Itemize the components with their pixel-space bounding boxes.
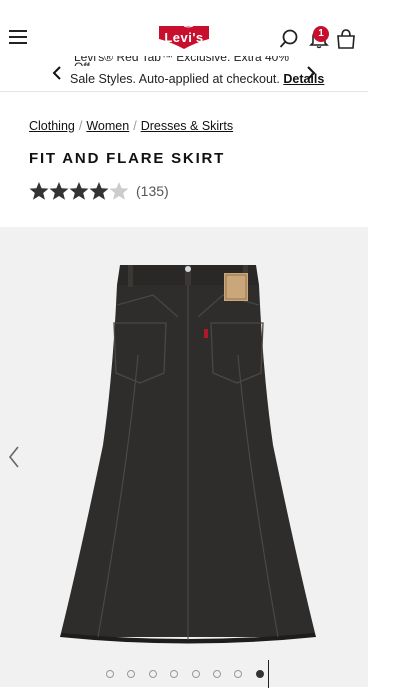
site-header: Levi's 1 (0, 0, 368, 58)
search-icon[interactable] (279, 29, 299, 49)
logo-text: Levi's (164, 30, 204, 45)
product-title: FIT AND FLARE SKIRT (29, 150, 226, 167)
pagination-dot-active[interactable] (256, 670, 264, 678)
pagination-dot[interactable] (106, 670, 114, 678)
pagination-dot[interactable] (127, 670, 135, 678)
viewport-margin (368, 0, 411, 699)
product-image-gallery[interactable] (0, 227, 368, 687)
star-icon (69, 182, 89, 200)
shopping-bag-icon[interactable] (336, 29, 356, 49)
breadcrumb-dresses-skirts[interactable]: Dresses & Skirts (141, 119, 233, 133)
promo-banner: Levi's® Red Tab™ Exclusive: Extra 40% Of… (0, 56, 368, 92)
pagination-dot[interactable] (234, 670, 242, 678)
half-star-icon (109, 182, 129, 200)
product-page: Levi's 1 Levi's® Red Tab™ Exclusive: Ext… (0, 0, 368, 699)
gallery-pagination (104, 667, 274, 681)
chevron-left-icon[interactable] (52, 66, 62, 80)
star-icon (29, 182, 49, 200)
pagination-dot[interactable] (170, 670, 178, 678)
chevron-right-icon[interactable] (306, 66, 316, 80)
promo-text: Sale Styles. Auto-applied at checkout. (70, 72, 280, 86)
star-rating (29, 182, 129, 200)
chevron-left-icon[interactable] (8, 446, 20, 468)
promo-text-line1: Levi's® Red Tab™ Exclusive: Extra 40% Of… (74, 56, 290, 66)
skirt-product-image (60, 265, 316, 644)
breadcrumb-separator: / (78, 119, 83, 133)
promo-details-link[interactable]: Details (283, 72, 324, 86)
promo-text-line2: Sale Styles. Auto-applied at checkout. D… (70, 72, 324, 86)
pagination-dot[interactable] (213, 670, 221, 678)
star-icon (49, 182, 69, 200)
breadcrumb-women[interactable]: Women (86, 119, 129, 133)
breadcrumb: Clothing / Women / Dresses & Skirts (29, 119, 233, 133)
scroll-indicator (268, 660, 269, 688)
star-icon (89, 182, 109, 200)
review-count[interactable]: (135) (136, 183, 169, 199)
notification-badge: 1 (313, 26, 329, 42)
levis-logo[interactable]: Levi's (157, 25, 211, 50)
breadcrumb-separator: / (133, 119, 137, 133)
breadcrumb-clothing[interactable]: Clothing (29, 119, 75, 133)
hamburger-menu-icon[interactable] (9, 30, 27, 44)
pagination-dot[interactable] (192, 670, 200, 678)
pagination-dot[interactable] (149, 670, 157, 678)
